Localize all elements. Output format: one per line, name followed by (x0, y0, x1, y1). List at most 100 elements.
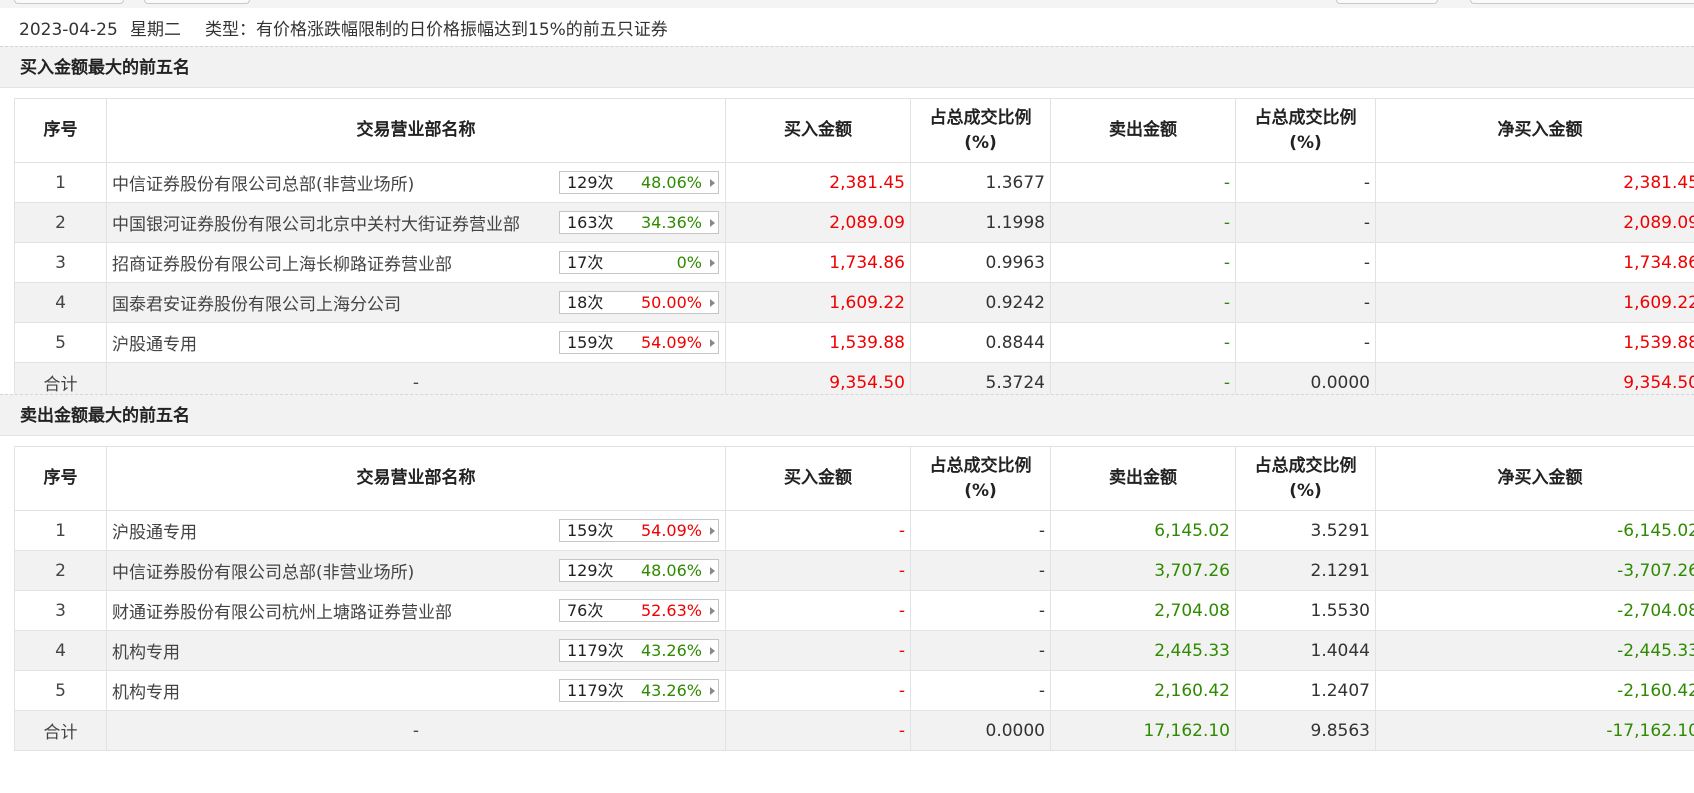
row-index: 4 (14, 282, 107, 323)
sell-amount: - (1050, 242, 1236, 283)
top-toolbar-strip (0, 0, 1694, 8)
col-header-branch: 交易营业部名称 (106, 98, 726, 163)
branch-name-cell: 中国银河证券股份有限公司北京中关村大街证券营业部 163次 34.36% (106, 202, 726, 243)
sell-ratio: 1.5530 (1235, 590, 1376, 631)
branch-stats-badge[interactable]: 159次 54.09% (559, 331, 719, 354)
sell-amount: - (1050, 162, 1236, 203)
list-type: 类型：有价格涨跌幅限制的日价格振幅达到15%的前五只证券 (205, 20, 668, 40)
win-rate: 52.63% (640, 601, 702, 620)
branch-name[interactable]: 中信证券股份有限公司总部(非营业场所) (112, 563, 414, 583)
win-rate: 48.06% (640, 173, 702, 192)
buy-amount: - (725, 590, 911, 631)
net-buy-amount: 2,089.09 (1375, 202, 1694, 243)
caret-right-icon (710, 567, 715, 575)
branch-stats-badge[interactable]: 129次 48.06% (559, 171, 719, 194)
total-row: 合计 - -0.0000 17,162.10 9.8563 -17,162.10 (14, 710, 1694, 751)
buy-amount: 1,734.86 (725, 242, 911, 283)
net-buy-amount: 1,609.22 (1375, 282, 1694, 323)
col-header-index: 序号 (14, 98, 107, 163)
branch-name-cell: 国泰君安证券股份有限公司上海分公司 18次 50.00% (106, 282, 726, 323)
buy-top5-table: 序号 交易营业部名称 买入金额 占总成交比例 (%) 卖出金额 占总成交比例 (%) 净买入金额… (14, 98, 1694, 403)
row-index: 3 (14, 590, 107, 631)
table-row: 2 中国银河证券股份有限公司北京中关村大街证券营业部 163次 34.36% 2,089… (14, 202, 1694, 243)
col-header-buy-amount: 买入金额 (725, 98, 911, 163)
sell-ratio: 3.5291 (1235, 510, 1376, 551)
buy-ratio: 0.9242 (910, 282, 1051, 323)
top-button[interactable] (14, 0, 124, 4)
table-row: 4 机构专用 1179次 43.26% - -2,445.33 1.4044 -2,445.3… (14, 630, 1694, 671)
buy-amount: - (725, 550, 911, 591)
win-rate: 43.26% (640, 641, 702, 660)
branch-name[interactable]: 中信证券股份有限公司总部(非营业场所) (112, 175, 414, 195)
total-label: 合计 (14, 710, 107, 751)
net-buy-amount: 1,734.86 (1375, 242, 1694, 283)
branch-name[interactable]: 沪股通专用 (112, 335, 197, 355)
info-bar: 2023-04-25 星期二 类型：有价格涨跌幅限制的日价格振幅达到15%的前五… (0, 10, 1694, 50)
branch-stats-badge[interactable]: 1179次 43.26% (559, 679, 719, 702)
col-header-buy-ratio: 占总成交比例 (%) (910, 98, 1051, 163)
sell-section-title: 卖出金额最大的前五名 (0, 394, 1694, 436)
total-buy-amount: - (725, 710, 911, 751)
win-rate: 54.09% (640, 333, 702, 352)
branch-name-cell: 沪股通专用 159次 54.09% (106, 510, 726, 551)
branch-stats-badge[interactable]: 17次 0% (559, 251, 719, 274)
branch-name[interactable]: 国泰君安证券股份有限公司上海分公司 (112, 295, 401, 315)
col-header-sell-ratio: 占总成交比例 (%) (1235, 446, 1376, 511)
win-rate: 0% (676, 253, 702, 272)
sell-ratio: - (1235, 162, 1376, 203)
net-buy-amount: -2,445.33 (1375, 630, 1694, 671)
branch-stats-badge[interactable]: 1179次 43.26% (559, 639, 719, 662)
total-sell-amount: 17,162.10 (1050, 710, 1236, 751)
branch-name-cell: 中信证券股份有限公司总部(非营业场所) 129次 48.06% (106, 162, 726, 203)
sell-amount: 2,704.08 (1050, 590, 1236, 631)
row-index: 3 (14, 242, 107, 283)
top-button[interactable] (1336, 0, 1438, 4)
row-index: 4 (14, 630, 107, 671)
listing-count: 1179次 (567, 641, 624, 660)
total-sell-ratio: 9.8563 (1235, 710, 1376, 751)
caret-right-icon (710, 607, 715, 615)
buy-ratio: 0.8844 (910, 322, 1051, 363)
caret-right-icon (710, 219, 715, 227)
listing-count: 163次 (567, 213, 614, 232)
col-header-sell-amount: 卖出金额 (1050, 98, 1236, 163)
branch-name[interactable]: 中国银河证券股份有限公司北京中关村大街证券营业部 (112, 215, 520, 235)
sell-amount: - (1050, 282, 1236, 323)
sell-ratio: - (1235, 242, 1376, 283)
branch-name[interactable]: 机构专用 (112, 683, 180, 703)
buy-amount: 2,089.09 (725, 202, 911, 243)
caret-right-icon (710, 179, 715, 187)
net-buy-amount: -2,704.08 (1375, 590, 1694, 631)
branch-name[interactable]: 财通证券股份有限公司杭州上塘路证券营业部 (112, 603, 452, 623)
row-index: 1 (14, 510, 107, 551)
top-button[interactable] (1470, 0, 1694, 4)
branch-stats-badge[interactable]: 76次 52.63% (559, 599, 719, 622)
table-row: 5 机构专用 1179次 43.26% - -2,160.42 1.2407 -2,160.4… (14, 670, 1694, 711)
sell-amount: 2,445.33 (1050, 630, 1236, 671)
col-header-net-buy: 净买入金额 (1375, 98, 1694, 163)
branch-name[interactable]: 招商证券股份有限公司上海长柳路证券营业部 (112, 255, 452, 275)
branch-name[interactable]: 机构专用 (112, 643, 180, 663)
top-button[interactable] (144, 0, 250, 4)
total-branch-placeholder: - (106, 710, 726, 751)
branch-name-cell: 中信证券股份有限公司总部(非营业场所) 129次 48.06% (106, 550, 726, 591)
branch-stats-badge[interactable]: 129次 48.06% (559, 559, 719, 582)
win-rate: 43.26% (640, 681, 702, 700)
buy-ratio: - (910, 550, 1051, 591)
listing-count: 18次 (567, 293, 604, 312)
branch-stats-badge[interactable]: 163次 34.36% (559, 211, 719, 234)
buy-amount: 1,539.88 (725, 322, 911, 363)
branch-name[interactable]: 沪股通专用 (112, 523, 197, 543)
row-index: 2 (14, 550, 107, 591)
net-buy-amount: -2,160.42 (1375, 670, 1694, 711)
buy-ratio: - (910, 510, 1051, 551)
branch-stats-badge[interactable]: 159次 54.09% (559, 519, 719, 542)
sell-ratio: 1.2407 (1235, 670, 1376, 711)
branch-name-cell: 机构专用 1179次 43.26% (106, 630, 726, 671)
branch-stats-badge[interactable]: 18次 50.00% (559, 291, 719, 314)
caret-right-icon (710, 527, 715, 535)
sell-ratio: 2.1291 (1235, 550, 1376, 591)
listing-count: 17次 (567, 253, 604, 272)
table-header-row: 序号 交易营业部名称 买入金额 占总成交比例 (%) 卖出金额 占总成交比例 (%) 净买入金额 (14, 98, 1694, 163)
buy-amount: 1,609.22 (725, 282, 911, 323)
